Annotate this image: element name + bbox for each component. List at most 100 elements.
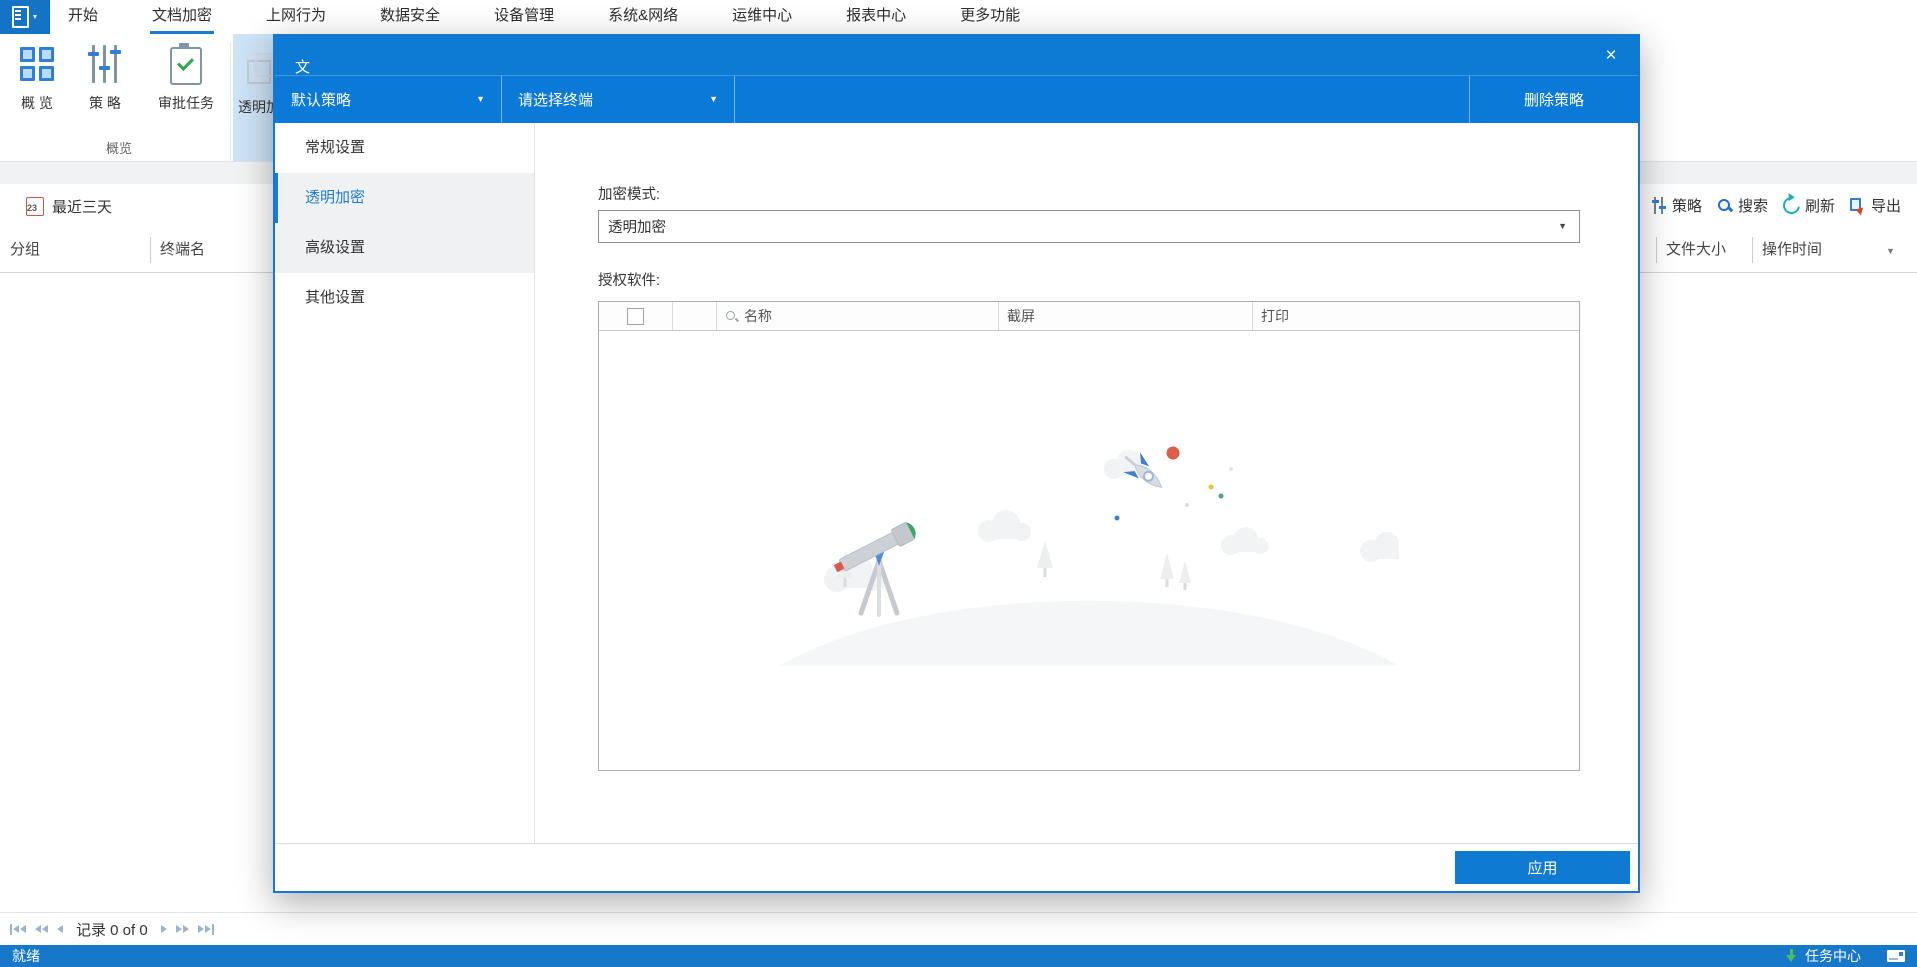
ribbon-button-label: 策 略 [89, 95, 121, 111]
cloud [1221, 527, 1269, 555]
export-button[interactable]: 导出 [1849, 195, 1901, 216]
menu-item-doc-encryption[interactable]: 文档加密 [150, 0, 215, 34]
column-header-label: 名称 [744, 308, 772, 324]
ribbon-button-policy[interactable]: 策 略 [76, 38, 134, 113]
dialog-content-panel: 加密模式: 透明加密 ▼ 授权软件: 名称 截屏 打印 [535, 123, 1638, 843]
menu-item-more-features[interactable]: 更多功能 [958, 0, 1022, 34]
menu-item-data-security[interactable]: 数据安全 [378, 0, 442, 34]
refresh-icon [1779, 193, 1804, 218]
ground-hill [779, 600, 1399, 666]
sparkle-dot [1114, 515, 1120, 521]
monitor-icon[interactable] [1887, 950, 1905, 962]
column-chooser-caret-icon[interactable]: ▼ [1886, 246, 1895, 256]
grid-overview-icon [20, 47, 54, 81]
fast-prev-button[interactable] [35, 925, 48, 933]
ribbon-button-label: 审批任务 [158, 95, 214, 111]
search-icon [1717, 198, 1733, 214]
records-toolbar: 策略 搜索 刷新 导出 [1651, 193, 1901, 218]
search-button[interactable]: 搜索 [1717, 195, 1768, 216]
planet-dot [1166, 446, 1180, 460]
column-header-terminal-name[interactable]: 终端名 [160, 228, 205, 272]
sparkle-dot [1208, 484, 1214, 490]
sliders-icon [1651, 197, 1667, 214]
first-page-button[interactable] [10, 923, 26, 935]
task-center-button[interactable]: 任务中心 [1785, 946, 1861, 966]
ribbon-group-label: 概览 [105, 141, 132, 156]
menu-item-start[interactable]: 开始 [66, 0, 100, 34]
menu-item-web-behavior[interactable]: 上网行为 [264, 0, 328, 34]
caret-down-icon: ▼ [1558, 221, 1567, 231]
empty-column-header [673, 302, 717, 330]
doc-encryption-dialog: 文档加密 × 默认策略 ▼ 请选择终端 ▼ 删除策略 常规设置 透明加密 高级设… [273, 34, 1640, 893]
policy-dropdown[interactable]: 默认策略 ▼ [275, 76, 502, 123]
ribbon-button-overview[interactable]: 概 览 [8, 38, 66, 113]
dialog-body: 常规设置 透明加密 高级设置 其他设置 加密模式: 透明加密 ▼ 授权软件: 名… [275, 123, 1638, 843]
document-menu-icon [11, 6, 29, 28]
cloud [1360, 532, 1399, 562]
column-divider [150, 237, 151, 263]
menu-bar: ▼ 开始 文档加密 上网行为 数据安全 设备管理 系统&网络 运维中心 报表中心… [0, 0, 1917, 34]
apply-button[interactable]: 应用 [1455, 851, 1630, 884]
caret-down-icon: ▼ [476, 94, 485, 104]
export-icon [1849, 197, 1866, 214]
prev-page-button[interactable] [57, 925, 63, 933]
tree [1037, 541, 1053, 577]
column-header-group[interactable]: 分组 [10, 228, 40, 272]
toolbar-button-label: 策略 [1671, 198, 1702, 215]
column-header-name[interactable]: 名称 [717, 302, 999, 330]
menu-item-report-center[interactable]: 报表中心 [844, 0, 908, 34]
menu-item-device-mgmt[interactable]: 设备管理 [492, 0, 556, 34]
tree [1160, 553, 1174, 587]
menu-item-system-network[interactable]: 系统&网络 [606, 0, 680, 34]
dialog-footer: 应用 [275, 843, 1638, 891]
cloud [978, 510, 1031, 542]
delete-policy-button[interactable]: 删除策略 [1469, 76, 1638, 123]
magnifier-icon [725, 310, 738, 323]
status-bar: 就绪 任务中心 [0, 945, 1917, 967]
column-header-operation-time[interactable]: 操作时间 [1762, 228, 1822, 272]
app-menu-button[interactable]: ▼ [0, 0, 50, 34]
sidebar-item-transparent-encryption[interactable]: 透明加密 [275, 173, 534, 223]
date-range-label: 最近三天 [52, 199, 113, 216]
terminal-dropdown-placeholder: 请选择终端 [518, 92, 594, 109]
ribbon-button-label: 概 览 [21, 95, 53, 111]
sparkle-dot [1229, 467, 1233, 471]
sparkle-dot [1185, 503, 1189, 507]
encryption-mode-label: 加密模式: [598, 187, 661, 203]
download-arrow-icon [1785, 948, 1797, 964]
clipboard-check-icon [170, 42, 202, 85]
encryption-mode-select[interactable]: 透明加密 ▼ [598, 210, 1580, 243]
select-all-checkbox[interactable] [627, 307, 644, 325]
fast-next-button[interactable] [175, 925, 189, 933]
menu-item-ops-center[interactable]: 运维中心 [730, 0, 794, 34]
authorized-software-label: 授权软件: [598, 273, 661, 289]
close-icon[interactable]: × [1584, 36, 1638, 75]
terminal-dropdown[interactable]: 请选择终端 ▼ [502, 76, 735, 123]
record-count-text: 记录 0 of 0 [76, 921, 148, 939]
dialog-title-bar: 文档加密 × [275, 36, 1638, 139]
last-page-button[interactable] [197, 923, 214, 935]
telescope [834, 522, 916, 617]
dialog-sidebar: 常规设置 透明加密 高级设置 其他设置 [275, 123, 535, 843]
main-menu: 开始 文档加密 上网行为 数据安全 设备管理 系统&网络 运维中心 报表中心 更… [66, 0, 1022, 34]
dialog-title: 文档加密 [295, 58, 311, 139]
empty-state-illustration [779, 446, 1399, 666]
sidebar-item-advanced-settings[interactable]: 高级设置 [275, 223, 534, 273]
column-header-file-size[interactable]: 文件大小 [1666, 228, 1726, 272]
ribbon-group-divider [230, 42, 231, 182]
column-divider [1656, 237, 1657, 263]
next-page-button[interactable] [160, 925, 167, 933]
column-header-print[interactable]: 打印 [1253, 302, 1579, 330]
sidebar-item-other-settings[interactable]: 其他设置 [275, 273, 534, 323]
sidebar-item-general-settings[interactable]: 常规设置 [275, 123, 534, 173]
ribbon-button-approval-tasks[interactable]: 审批任务 [140, 38, 232, 113]
encryption-mode-value: 透明加密 [608, 220, 666, 236]
toolbar-button-label: 刷新 [1804, 198, 1835, 215]
policy-button[interactable]: 策略 [1651, 195, 1702, 216]
refresh-button[interactable]: 刷新 [1779, 193, 1835, 218]
toolbar-button-label: 导出 [1870, 198, 1901, 215]
date-range-filter[interactable]: 23 最近三天 [26, 196, 112, 217]
selector-row-spacer [735, 76, 1469, 123]
tree [1179, 561, 1191, 590]
column-header-screenshot[interactable]: 截屏 [999, 302, 1253, 330]
